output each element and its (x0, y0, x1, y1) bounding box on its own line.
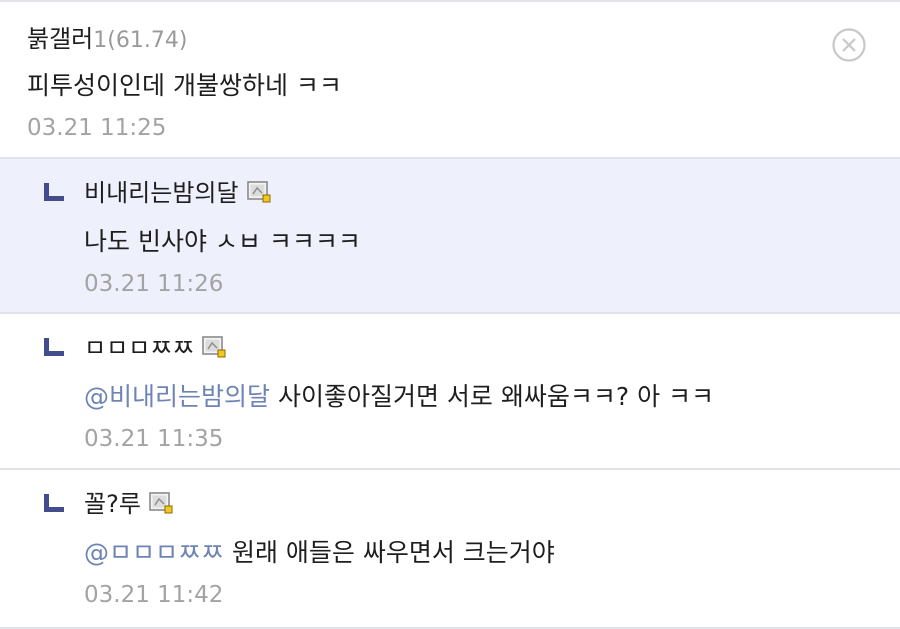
reply-text: @비내리는밤의달 사이좋아질거면 서로 왜싸움ㅋㅋ? 아 ㅋㅋ (84, 381, 714, 413)
reply-arrow-icon (44, 338, 64, 356)
mention[interactable]: @비내리는밤의달 (84, 382, 270, 411)
reply-body: 원래 애들은 싸우면서 크는거야 (224, 538, 555, 567)
fixed-gallog-icon (246, 181, 271, 203)
reply-date: 03.21 11:35 (84, 426, 224, 452)
reply-body: 사이좋아질거면 서로 왜싸움ㅋㅋ? 아 ㅋㅋ (270, 382, 715, 411)
reply-author[interactable]: ㅁㅁㅁㅉㅉ (84, 333, 226, 363)
reply-item: 꼴?루 @ㅁㅁㅁㅉㅉ 원래 애들은 싸우면서 크는거야 03.21 11:42 (0, 468, 900, 629)
gallog-number: 1 (93, 28, 108, 53)
nickname[interactable]: 비내리는밤의달 (84, 179, 239, 207)
comment-author[interactable]: 붉갤러1(61.74) (27, 24, 187, 56)
comment-text: 피투성이인데 개불쌍하네 ㅋㅋ (27, 71, 342, 100)
close-circle-icon (832, 28, 866, 62)
delete-button[interactable] (832, 28, 866, 62)
reply-date: 03.21 11:26 (84, 271, 224, 297)
reply-text: @ㅁㅁㅁㅉㅉ 원래 애들은 싸우면서 크는거야 (84, 537, 555, 569)
reply-author[interactable]: 비내리는밤의달 (84, 178, 271, 208)
reply-item: ㅁㅁㅁㅉㅉ @비내리는밤의달 사이좋아질거면 서로 왜싸움ㅋㅋ? 아 ㅋㅋ 03… (0, 312, 900, 467)
comment-item: 붉갤러1(61.74) 피투성이인데 개불쌍하네 ㅋㅋ 03.21 11:25 (0, 0, 900, 157)
reply-item: 비내리는밤의달 나도 빈사야 ㅅㅂ ㅋㅋㅋㅋ 03.21 11:26 (0, 157, 900, 312)
reply-body: 나도 빈사야 ㅅㅂ ㅋㅋㅋㅋ (84, 227, 361, 256)
comment-date: 03.21 11:25 (27, 115, 167, 141)
fixed-gallog-icon (149, 492, 173, 514)
nickname[interactable]: 꼴?루 (84, 490, 141, 518)
mention[interactable]: @ㅁㅁㅁㅉㅉ (84, 538, 224, 567)
reply-arrow-icon (44, 183, 64, 201)
reply-text: 나도 빈사야 ㅅㅂ ㅋㅋㅋㅋ (84, 226, 361, 258)
comment-thread: 붉갤러1(61.74) 피투성이인데 개불쌍하네 ㅋㅋ 03.21 11:25 … (0, 0, 900, 629)
reply-date: 03.21 11:42 (84, 582, 224, 608)
nickname[interactable]: ㅁㅁㅁㅉㅉ (84, 334, 194, 362)
ip-address: (61.74) (107, 28, 188, 53)
reply-arrow-icon (44, 494, 64, 512)
reply-author[interactable]: 꼴?루 (84, 489, 173, 519)
fixed-gallog-icon (202, 336, 226, 358)
nickname[interactable]: 붉갤러 (27, 25, 93, 53)
